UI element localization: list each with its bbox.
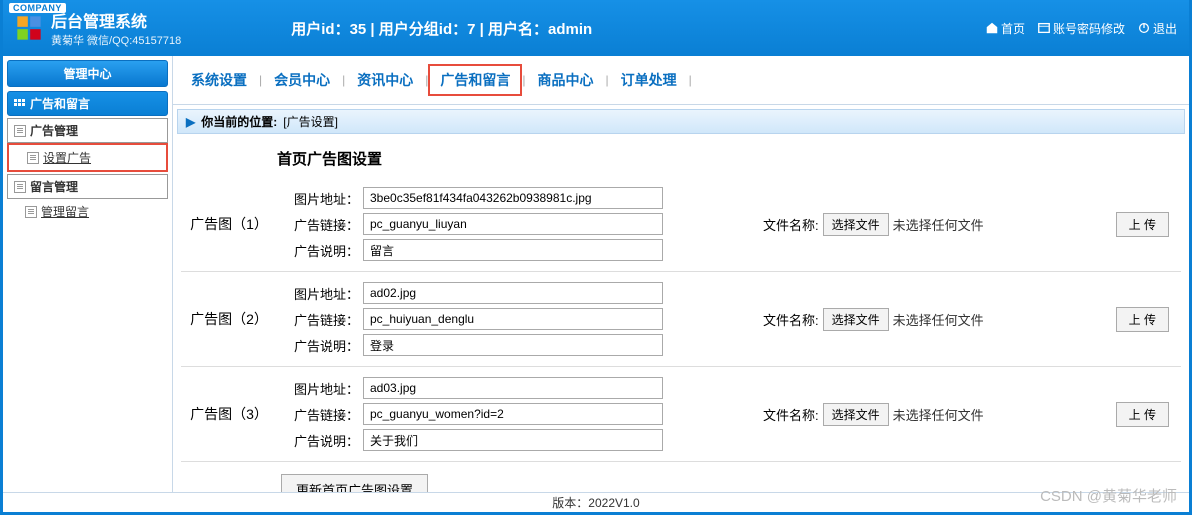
sidebar-group-ad-manage[interactable]: 广告管理 bbox=[7, 118, 168, 143]
nav-order-processing[interactable]: 订单处理 bbox=[609, 70, 689, 90]
file-name-label: 文件名称: bbox=[763, 310, 819, 329]
upload-button[interactable]: 上 传 bbox=[1116, 212, 1169, 237]
file-status: 未选择任何文件 bbox=[893, 215, 984, 234]
img-address-input[interactable] bbox=[363, 282, 663, 304]
breadcrumb-current: [广告设置] bbox=[283, 113, 338, 130]
sidebar-group-ad-manage-label: 广告管理 bbox=[30, 122, 78, 139]
change-password-label: 账号密码修改 bbox=[1053, 20, 1125, 37]
logout-label: 退出 bbox=[1153, 20, 1177, 37]
ad-link-label: 广告链接： bbox=[287, 215, 359, 234]
system-title: 后台管理系统 bbox=[51, 8, 181, 32]
company-badge: COMPANY bbox=[9, 3, 66, 13]
breadcrumb-label: 你当前的位置: bbox=[201, 113, 277, 130]
upload-button[interactable]: 上 传 bbox=[1116, 402, 1169, 427]
img-address-label: 图片地址： bbox=[287, 189, 359, 208]
document-icon bbox=[25, 206, 37, 218]
page-title: 首页广告图设置 bbox=[181, 142, 1181, 177]
ad-link-input[interactable] bbox=[363, 403, 663, 425]
footer-version: 版本：2022V1.0 bbox=[3, 492, 1189, 512]
system-subtitle: 黄菊华 微信/QQ:45157718 bbox=[51, 32, 181, 48]
titlebar: 后台管理系统 黄菊华 微信/QQ:45157718 用户id：35 | 用户分组… bbox=[3, 0, 1189, 56]
file-status: 未选择任何文件 bbox=[893, 310, 984, 329]
home-button[interactable]: 首页 bbox=[981, 18, 1029, 39]
breadcrumb: ▶ 你当前的位置: [广告设置] bbox=[177, 109, 1185, 134]
img-address-label: 图片地址： bbox=[287, 379, 359, 398]
power-icon bbox=[1137, 21, 1151, 35]
nav-product-center[interactable]: 商品中心 bbox=[526, 70, 606, 90]
ad-desc-input[interactable] bbox=[363, 334, 663, 356]
ad-link-label: 广告链接： bbox=[287, 405, 359, 424]
sidebar-group-message-manage-label: 留言管理 bbox=[30, 178, 78, 195]
choose-file-button[interactable]: 选择文件 bbox=[823, 403, 889, 426]
nav-system-settings[interactable]: 系统设置 bbox=[179, 70, 259, 90]
ad-desc-input[interactable] bbox=[363, 239, 663, 261]
top-nav: 系统设置| 会员中心| 资讯中心| 广告和留言| 商品中心| 订单处理| bbox=[173, 56, 1189, 105]
file-name-label: 文件名称: bbox=[763, 215, 819, 234]
img-address-label: 图片地址： bbox=[287, 284, 359, 303]
sidebar: 管理中心 广告和留言 广告管理 设置广告 留言管理 bbox=[3, 56, 173, 492]
file-name-label: 文件名称: bbox=[763, 405, 819, 424]
ad-link-input[interactable] bbox=[363, 308, 663, 330]
ad-label: 广告图（1） bbox=[181, 214, 277, 234]
document-icon bbox=[27, 152, 39, 164]
document-icon bbox=[14, 181, 26, 193]
sidebar-item-set-ad[interactable]: 设置广告 bbox=[7, 143, 168, 172]
ad-link-label: 广告链接： bbox=[287, 310, 359, 329]
ad-label: 广告图（2） bbox=[181, 309, 277, 329]
sidebar-item-manage-message-link[interactable]: 管理留言 bbox=[41, 203, 89, 220]
ad-link-input[interactable] bbox=[363, 213, 663, 235]
choose-file-button[interactable]: 选择文件 bbox=[823, 308, 889, 331]
ad-desc-label: 广告说明： bbox=[287, 431, 359, 450]
ad-block-3: 广告图（3） 图片地址： 广告链接： 广告说明： 文件名称:选择文件未选择任何文件 上 传 bbox=[181, 367, 1181, 462]
app-logo-icon bbox=[15, 14, 43, 42]
user-info: 用户id：35 | 用户分组id：7 | 用户名：admin bbox=[291, 18, 592, 39]
ad-desc-label: 广告说明： bbox=[287, 336, 359, 355]
nav-ads-messages[interactable]: 广告和留言 bbox=[428, 64, 522, 96]
key-icon bbox=[1037, 21, 1051, 35]
grid-icon bbox=[14, 99, 26, 109]
img-address-input[interactable] bbox=[363, 377, 663, 399]
img-address-input[interactable] bbox=[363, 187, 663, 209]
change-password-button[interactable]: 账号密码修改 bbox=[1033, 18, 1129, 39]
ad-block-2: 广告图（2） 图片地址： 广告链接： 广告说明： 文件名称:选择文件未选择任何文件 上 传 bbox=[181, 272, 1181, 367]
sidebar-category-ads-label: 广告和留言 bbox=[30, 95, 90, 112]
update-settings-button[interactable]: 更新首页广告图设置 bbox=[281, 474, 428, 492]
sidebar-category-ads[interactable]: 广告和留言 bbox=[7, 91, 168, 116]
upload-button[interactable]: 上 传 bbox=[1116, 307, 1169, 332]
nav-member-center[interactable]: 会员中心 bbox=[262, 70, 342, 90]
ad-desc-input[interactable] bbox=[363, 429, 663, 451]
arrow-icon: ▶ bbox=[186, 115, 195, 129]
home-label: 首页 bbox=[1001, 20, 1025, 37]
home-icon bbox=[985, 21, 999, 35]
choose-file-button[interactable]: 选择文件 bbox=[823, 213, 889, 236]
logout-button[interactable]: 退出 bbox=[1133, 18, 1181, 39]
ad-desc-label: 广告说明： bbox=[287, 241, 359, 260]
document-icon bbox=[14, 125, 26, 137]
nav-news-center[interactable]: 资讯中心 bbox=[345, 70, 425, 90]
management-center-header: 管理中心 bbox=[7, 60, 168, 87]
ad-block-1: 广告图（1） 图片地址： 广告链接： 广告说明： 文件名称:选择文件未选择任何文件 上 传 bbox=[181, 177, 1181, 272]
ad-label: 广告图（3） bbox=[181, 404, 277, 424]
file-status: 未选择任何文件 bbox=[893, 405, 984, 424]
sidebar-item-set-ad-link[interactable]: 设置广告 bbox=[43, 149, 91, 166]
sidebar-group-message-manage[interactable]: 留言管理 bbox=[7, 174, 168, 199]
sidebar-item-manage-message[interactable]: 管理留言 bbox=[7, 199, 168, 224]
